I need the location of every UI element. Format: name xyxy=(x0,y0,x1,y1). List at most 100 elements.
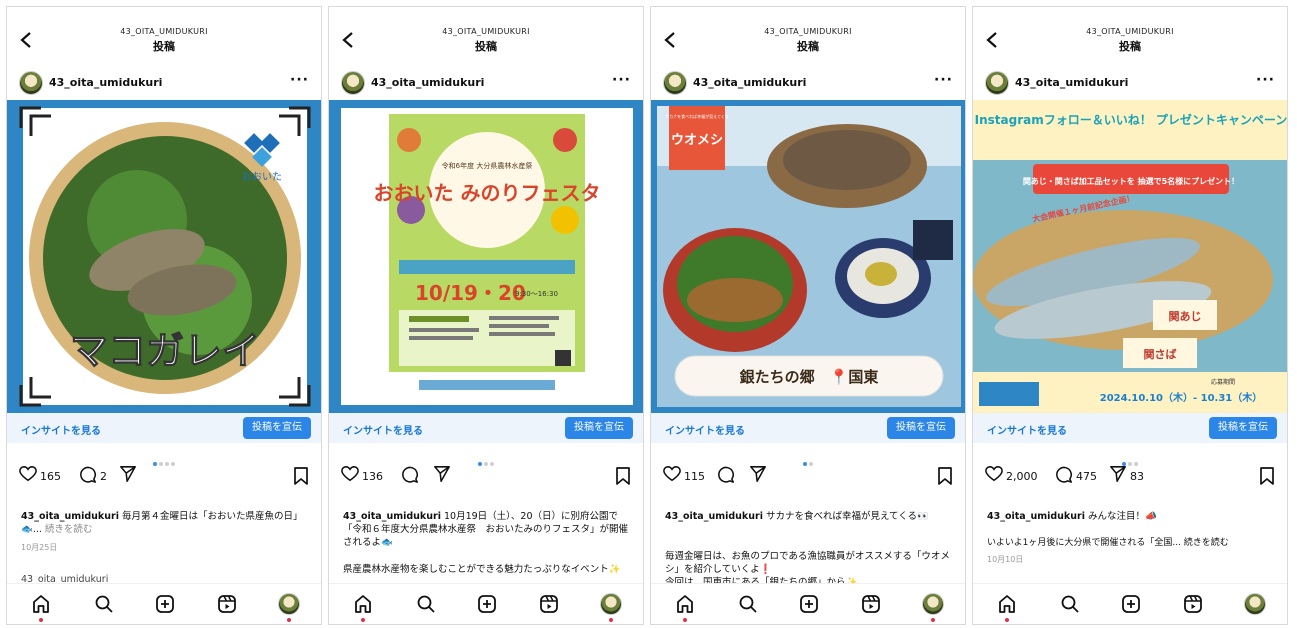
search-icon[interactable] xyxy=(738,594,758,614)
notification-dot xyxy=(1005,618,1009,622)
action-row: 165 2 xyxy=(7,465,321,487)
reels-icon[interactable] xyxy=(539,594,559,614)
post-image[interactable]: Instagramフォロー＆いいね！ プレゼントキャンペーン 関あじ・関さば加工… xyxy=(973,100,1287,413)
reels-icon[interactable] xyxy=(1183,594,1203,614)
promote-post-button[interactable]: 投稿を宣伝 xyxy=(1209,417,1277,439)
comment-action[interactable] xyxy=(401,465,422,487)
heart-icon[interactable] xyxy=(341,465,359,487)
account-name[interactable]: 43_oita_umidukuri xyxy=(693,76,806,89)
more-icon[interactable]: ··· xyxy=(290,72,309,88)
avatar[interactable] xyxy=(985,71,1009,95)
notification-dot xyxy=(39,618,43,622)
avatar[interactable] xyxy=(341,71,365,95)
create-icon[interactable] xyxy=(799,594,819,614)
reels-icon[interactable] xyxy=(861,594,881,614)
bookmark-icon[interactable] xyxy=(1259,467,1275,489)
comment-count[interactable]: 475 xyxy=(1076,470,1097,483)
like-count[interactable]: 2,000 xyxy=(1006,470,1038,483)
comment-action[interactable]: 475 xyxy=(1055,465,1097,487)
like-action[interactable]: 136 xyxy=(341,465,383,487)
action-row: 2,000 475 83 xyxy=(973,465,1287,487)
share-action[interactable]: 83 xyxy=(1109,465,1144,487)
view-insights-link[interactable]: インサイトを見る xyxy=(987,422,1067,437)
create-icon[interactable] xyxy=(155,594,175,614)
share-icon[interactable] xyxy=(119,465,137,487)
caption-username[interactable]: 43_oita_umidukuri xyxy=(21,511,119,522)
home-icon[interactable] xyxy=(31,594,51,614)
like-action[interactable]: 165 xyxy=(19,465,61,487)
search-icon[interactable] xyxy=(416,594,436,614)
image-caption: 銀たちの郷 📍国東 xyxy=(740,368,879,386)
bookmark-icon[interactable] xyxy=(293,467,309,489)
bookmark-icon[interactable] xyxy=(615,467,631,489)
profile-avatar[interactable] xyxy=(278,593,300,615)
view-insights-link[interactable]: インサイトを見る xyxy=(665,422,745,437)
search-icon[interactable] xyxy=(1060,594,1080,614)
comment-icon[interactable] xyxy=(401,465,419,487)
post-date: 10月25日 xyxy=(21,543,58,552)
comment-icon[interactable] xyxy=(79,465,97,487)
caption-username[interactable]: 43_oita_umidukuri xyxy=(343,511,441,522)
share-icon[interactable] xyxy=(433,465,451,487)
create-icon[interactable] xyxy=(477,594,497,614)
insight-bar: インサイトを見る 投稿を宣伝 xyxy=(651,413,965,443)
avatar[interactable] xyxy=(663,71,687,95)
heart-icon[interactable] xyxy=(985,465,1003,487)
like-count[interactable]: 115 xyxy=(684,470,705,483)
promote-post-button[interactable]: 投稿を宣伝 xyxy=(565,417,633,439)
comment-icon[interactable] xyxy=(717,465,735,487)
promote-post-button[interactable]: 投稿を宣伝 xyxy=(887,417,955,439)
post-caption: 43_oita_umidukuri 10月19日（土）、20（日）に別府公園で「… xyxy=(343,510,633,549)
image-label-small: サカナを食べれば幸福が見えてくる xyxy=(665,113,729,119)
account-name[interactable]: 43_oita_umidukuri xyxy=(49,76,162,89)
header-title: 投稿 xyxy=(153,40,175,53)
search-icon[interactable] xyxy=(94,594,114,614)
more-icon[interactable]: ··· xyxy=(612,72,631,88)
post-user-row: 43_oita_umidukuri ··· xyxy=(7,63,321,99)
like-action[interactable]: 2,000 xyxy=(985,465,1038,487)
like-count[interactable]: 165 xyxy=(40,470,61,483)
comment-action[interactable] xyxy=(717,465,738,487)
comment-count[interactable]: 2 xyxy=(100,470,107,483)
more-icon[interactable]: ··· xyxy=(1256,72,1275,88)
home-icon[interactable] xyxy=(353,594,373,614)
post-image[interactable]: サカナを食べれば幸福が見えてくる ウオメシ 銀たちの郷 📍国東 xyxy=(651,100,965,413)
create-icon[interactable] xyxy=(1121,594,1141,614)
profile-avatar[interactable] xyxy=(1244,593,1266,615)
post-image[interactable]: 令和6年度 大分県農林水産祭 おおいた みのりフェスタ 10/19・20 9:3… xyxy=(329,100,643,413)
image-text: マコガレイ xyxy=(70,329,260,373)
like-action[interactable]: 115 xyxy=(663,465,705,487)
comment-action[interactable]: 2 xyxy=(79,465,107,487)
read-more-link[interactable]: 続きを読む xyxy=(45,524,93,535)
share-count[interactable]: 83 xyxy=(1130,470,1144,483)
share-action[interactable] xyxy=(749,465,770,487)
like-count[interactable]: 136 xyxy=(362,470,383,483)
heart-icon[interactable] xyxy=(19,465,37,487)
account-name[interactable]: 43_oita_umidukuri xyxy=(1015,76,1128,89)
bookmark-icon[interactable] xyxy=(937,467,953,489)
carousel-indicator xyxy=(7,451,321,466)
share-action[interactable] xyxy=(119,465,140,487)
view-insights-link[interactable]: インサイトを見る xyxy=(343,422,423,437)
promote-post-button[interactable]: 投稿を宣伝 xyxy=(243,417,311,439)
caption-username[interactable]: 43_oita_umidukuri xyxy=(665,511,763,522)
more-icon[interactable]: ··· xyxy=(934,72,953,88)
post-header: 43_OITA_UMIDUKURI 投稿 xyxy=(7,7,321,59)
avatar[interactable] xyxy=(19,71,43,95)
reels-icon[interactable] xyxy=(217,594,237,614)
share-icon[interactable] xyxy=(749,465,767,487)
view-insights-link[interactable]: インサイトを見る xyxy=(21,422,101,437)
share-action[interactable] xyxy=(433,465,454,487)
home-icon[interactable] xyxy=(675,594,695,614)
carousel-indicator xyxy=(651,451,965,466)
action-row: 115 xyxy=(651,465,965,487)
comment-icon[interactable] xyxy=(1055,465,1073,487)
profile-avatar[interactable] xyxy=(922,593,944,615)
profile-avatar[interactable] xyxy=(600,593,622,615)
heart-icon[interactable] xyxy=(663,465,681,487)
home-icon[interactable] xyxy=(997,594,1017,614)
post-image[interactable]: おおいた マコガレイ xyxy=(7,100,321,413)
share-icon[interactable] xyxy=(1109,465,1127,487)
account-name[interactable]: 43_oita_umidukuri xyxy=(371,76,484,89)
caption-username[interactable]: 43_oita_umidukuri xyxy=(987,511,1085,522)
